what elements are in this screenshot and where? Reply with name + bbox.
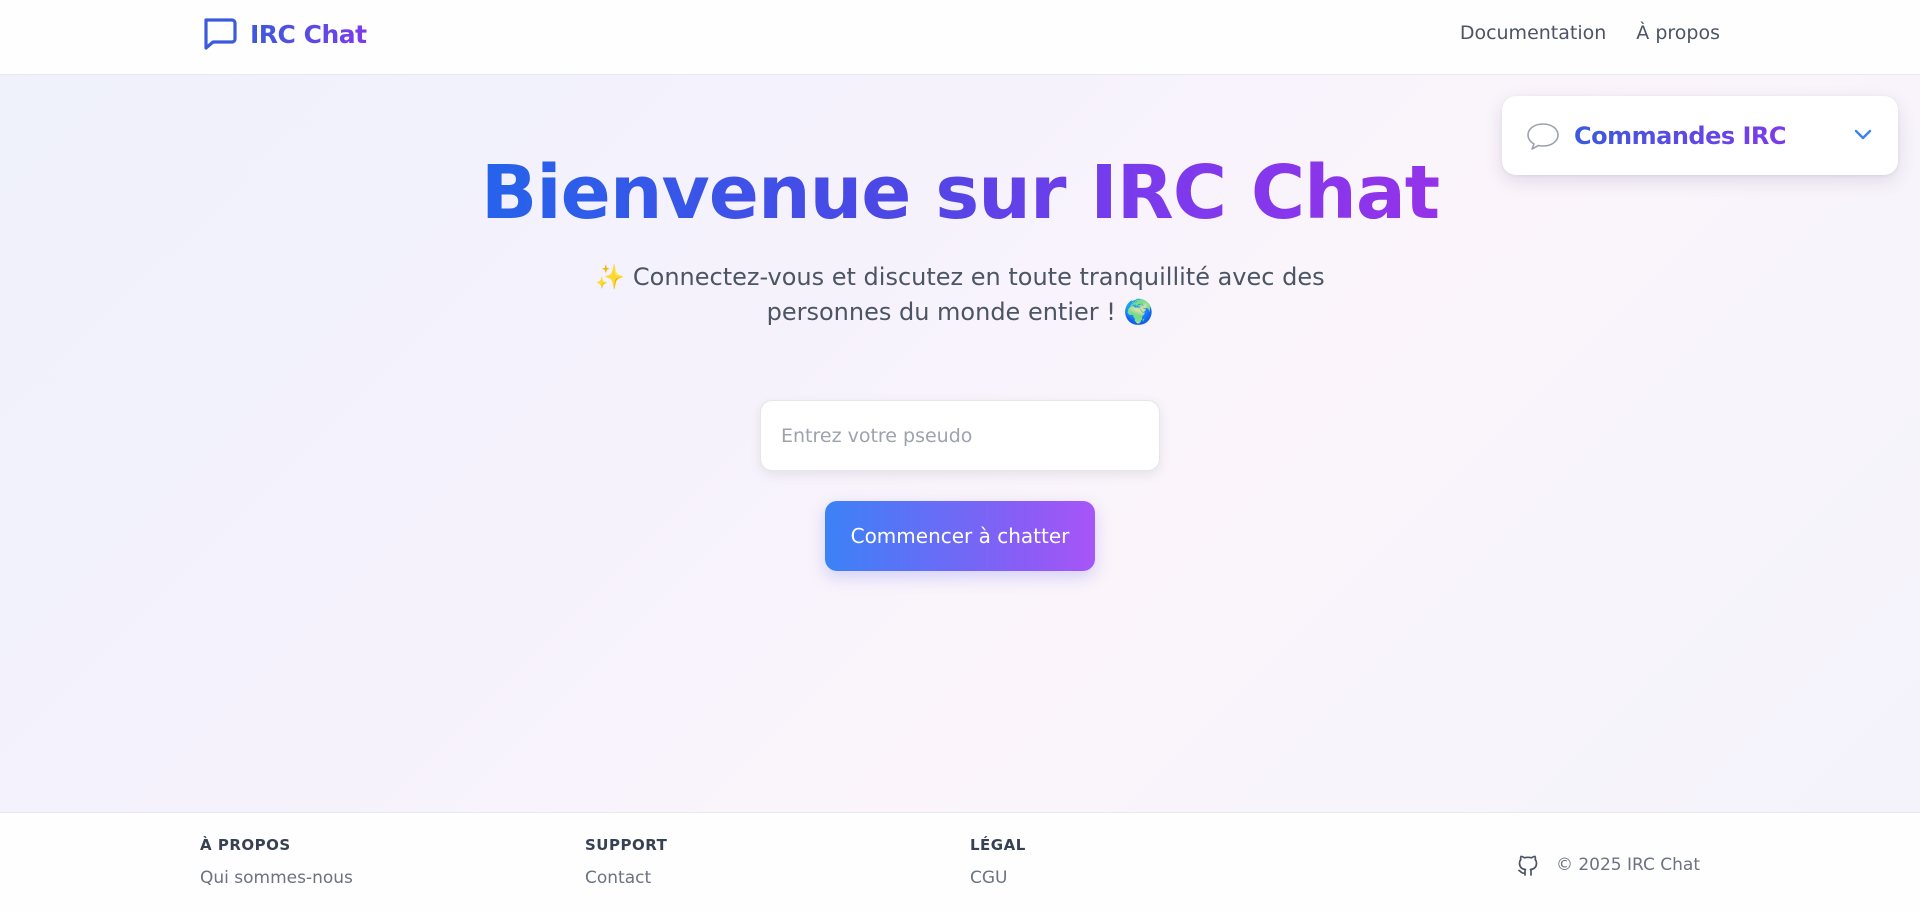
brand-link[interactable]: IRC Chat <box>200 14 367 54</box>
chevron-down-icon[interactable] <box>1852 124 1874 146</box>
irc-commands-title: Commandes IRC <box>1574 121 1787 150</box>
footer-col-title: SUPPORT <box>585 836 668 854</box>
footer-col-legal: LÉGAL CGU <box>970 836 1026 888</box>
chat-bubble-icon <box>204 18 237 50</box>
footer: À PROPOS Qui sommes-nous SUPPORT Contact… <box>0 812 1920 912</box>
header: IRC Chat Documentation À propos <box>0 0 1920 75</box>
footer-right: © 2025 IRC Chat <box>1516 853 1700 877</box>
github-icon[interactable] <box>1516 853 1540 877</box>
nav-documentation[interactable]: Documentation <box>1460 22 1606 44</box>
footer-col-support: SUPPORT Contact <box>585 836 667 888</box>
hero-title: Bienvenue sur IRC Chat <box>0 150 1920 236</box>
copyright: © 2025 IRC Chat <box>1555 855 1700 875</box>
speech-bubble-icon <box>1527 122 1559 150</box>
nav-about[interactable]: À propos <box>1636 22 1720 44</box>
footer-col-title: À PROPOS <box>200 836 291 854</box>
start-chat-button[interactable]: Commencer à chatter <box>825 501 1095 571</box>
footer-link-contact[interactable]: Contact <box>585 868 667 888</box>
brand-name: IRC Chat <box>250 19 367 49</box>
hero-subtitle: ✨ Connectez-vous et discutez en toute tr… <box>595 263 1325 326</box>
footer-col-title: LÉGAL <box>970 836 1026 854</box>
footer-link-cgu[interactable]: CGU <box>970 868 1026 888</box>
top-nav: Documentation À propos <box>1460 22 1720 44</box>
footer-col-about: À PROPOS Qui sommes-nous <box>200 836 353 888</box>
footer-link-who-are-we[interactable]: Qui sommes-nous <box>200 868 353 888</box>
pseudo-input[interactable] <box>760 400 1160 471</box>
hero-title-text: Bienvenue sur IRC Chat <box>480 150 1440 236</box>
